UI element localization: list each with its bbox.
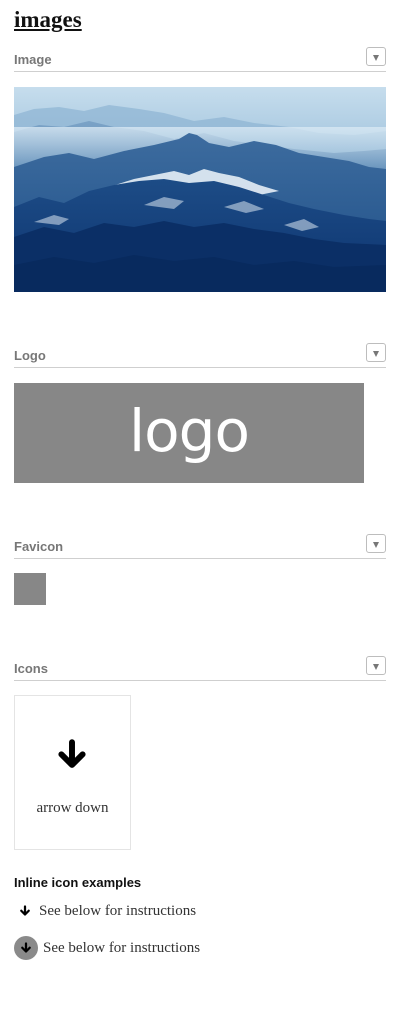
- icons-section-toggle-button[interactable]: [366, 656, 386, 675]
- arrow-down-icon: [58, 739, 86, 768]
- inline-icon-row-circle: See below for instructions: [14, 936, 200, 960]
- favicon-section-header: Favicon: [14, 534, 386, 559]
- icon-card-label: arrow down: [36, 800, 109, 816]
- inline-icon-row-plain: See below for instructions: [14, 899, 196, 923]
- favicon-section-toggle-button[interactable]: [366, 534, 386, 553]
- favicon-image: [14, 573, 46, 605]
- chevron-down-icon: [373, 55, 379, 61]
- image-section-toggle-button[interactable]: [366, 47, 386, 66]
- chevron-down-icon: [373, 351, 379, 357]
- inline-icon-text: See below for instructions: [39, 902, 197, 919]
- logo-section-title: Logo: [14, 348, 46, 363]
- favicon-section-title: Favicon: [14, 539, 64, 554]
- logo-image: logo: [14, 383, 364, 483]
- icons-section-title: Icons: [14, 661, 48, 676]
- logo-text: logo: [129, 397, 250, 465]
- inline-icon-text: See below for instructions: [43, 939, 201, 956]
- mountain-image: [14, 87, 386, 292]
- chevron-down-icon: [373, 664, 379, 670]
- image-section-title: Image: [14, 52, 52, 67]
- chevron-down-icon: [373, 542, 379, 548]
- arrow-down-icon: [20, 905, 30, 916]
- page-title: images: [14, 7, 82, 32]
- logo-section-header: Logo: [14, 343, 386, 368]
- image-section-header: Image: [14, 47, 386, 72]
- inline-icons-heading: Inline icon examples: [14, 875, 142, 890]
- icons-section-header: Icons: [14, 656, 386, 681]
- logo-section-toggle-button[interactable]: [366, 343, 386, 362]
- arrow-down-circle-icon: [14, 936, 38, 960]
- icon-card-arrow-down: arrow down: [14, 695, 131, 850]
